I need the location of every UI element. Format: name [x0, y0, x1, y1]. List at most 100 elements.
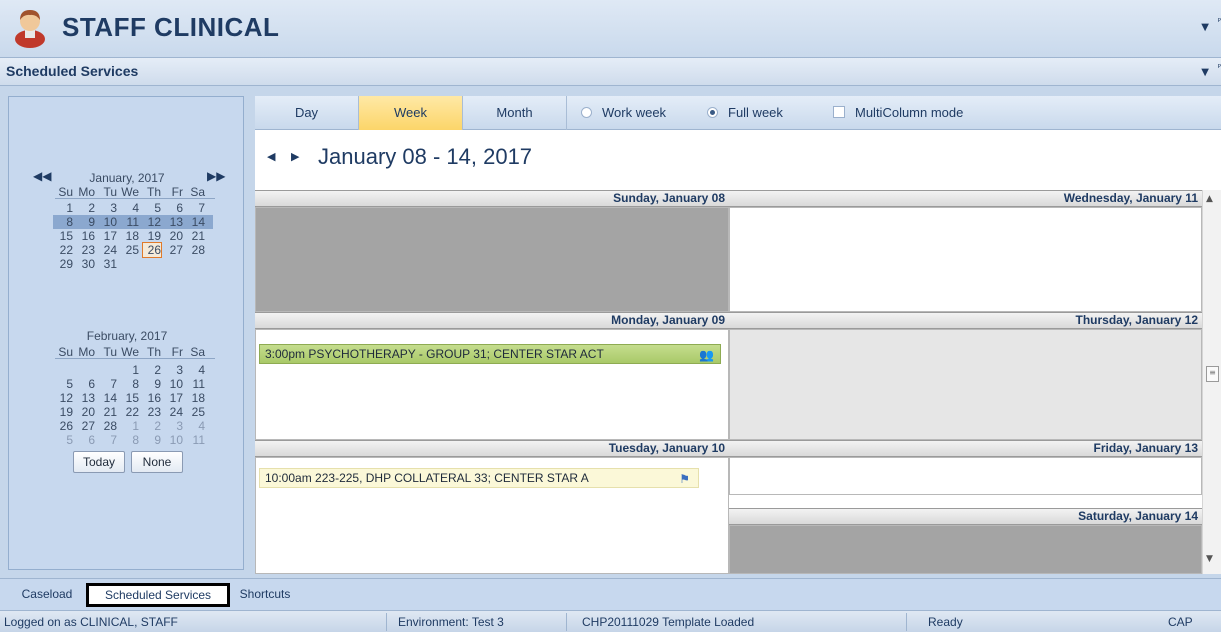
calendar-day[interactable]: 18 — [187, 391, 205, 405]
tab-caseload[interactable]: Caseload — [8, 583, 86, 607]
tab-month[interactable]: Month — [463, 96, 567, 130]
next-month-icon[interactable]: ▶▶ — [207, 169, 225, 183]
calendar-day[interactable]: 30 — [77, 257, 95, 271]
day-header-monday[interactable]: Monday, January 09 — [255, 312, 729, 329]
calendar-day[interactable]: 31 — [99, 257, 117, 271]
scroll-down-icon[interactable]: ▼ — [1206, 554, 1213, 564]
calendar-day[interactable]: 15 — [55, 229, 73, 243]
calendar-week-row-selected[interactable]: 8 9 10 11 12 13 14 — [53, 215, 213, 229]
calendar-day[interactable]: 25 — [121, 243, 139, 257]
tab-day[interactable]: Day — [255, 96, 359, 130]
calendar-day[interactable]: 1 — [121, 363, 139, 377]
multicolumn-checkbox[interactable] — [833, 106, 845, 118]
calendar-day-other-month[interactable]: 3 — [165, 419, 183, 433]
calendar-day[interactable]: 5 — [143, 201, 161, 215]
calendar-day[interactable]: 2 — [143, 363, 161, 377]
calendar-day[interactable]: 6 — [77, 377, 95, 391]
calendar-day[interactable]: 23 — [77, 243, 95, 257]
full-week-option[interactable]: Full week — [707, 106, 783, 120]
calendar-day[interactable]: 1 — [55, 201, 73, 215]
chevron-down-icon[interactable]: ▼ — [1201, 22, 1209, 33]
calendar-day[interactable]: 17 — [165, 391, 183, 405]
tab-shortcuts[interactable]: Shortcuts — [232, 583, 298, 607]
day-header-friday[interactable]: Friday, January 13 — [729, 440, 1202, 457]
calendar-day[interactable]: 2 — [77, 201, 95, 215]
calendar-day[interactable]: 28 — [187, 243, 205, 257]
multicolumn-option[interactable]: MultiColumn mode — [833, 106, 963, 120]
calendar-day[interactable]: 8 — [55, 215, 73, 229]
calendar-day[interactable]: 23 — [143, 405, 161, 419]
calendar-day[interactable]: 20 — [77, 405, 95, 419]
day-cell-saturday[interactable] — [729, 525, 1202, 574]
calendar-day-other-month[interactable]: 4 — [187, 419, 205, 433]
calendar-day-today[interactable]: 26 — [142, 242, 162, 258]
calendar-day[interactable]: 24 — [165, 405, 183, 419]
calendar-day[interactable]: 8 — [121, 377, 139, 391]
appointment[interactable]: 10:00am 223-225, DHP COLLATERAL 33; CENT… — [259, 468, 699, 488]
chevron-down-icon[interactable]: ▼ — [1201, 67, 1209, 78]
calendar-day[interactable]: 22 — [55, 243, 73, 257]
calendar-day-other-month[interactable]: 9 — [143, 433, 161, 447]
prev-week-icon[interactable]: ◀ — [267, 150, 275, 163]
calendar-day[interactable]: 7 — [99, 377, 117, 391]
calendar-day[interactable]: 28 — [99, 419, 117, 433]
day-header-sunday[interactable]: Sunday, January 08 — [255, 190, 729, 207]
calendar-day[interactable]: 21 — [187, 229, 205, 243]
calendar-day[interactable]: 19 — [143, 229, 161, 243]
calendar-day-other-month[interactable]: 1 — [121, 419, 139, 433]
pin-icon[interactable]: ᴾ — [1218, 18, 1221, 28]
calendar-day[interactable]: 4 — [187, 363, 205, 377]
calendar-day[interactable]: 18 — [121, 229, 139, 243]
calendar-day[interactable]: 6 — [165, 201, 183, 215]
calendar-day[interactable]: 10 — [165, 377, 183, 391]
calendar-day[interactable]: 29 — [55, 257, 73, 271]
today-button[interactable]: Today — [73, 451, 125, 473]
calendar-day[interactable]: 19 — [55, 405, 73, 419]
calendar-day-other-month[interactable]: 7 — [99, 433, 117, 447]
calendar-day-other-month[interactable]: 5 — [55, 433, 73, 447]
next-week-icon[interactable]: ▶ — [291, 150, 299, 163]
calendar-day[interactable]: 11 — [187, 377, 205, 391]
calendar-day[interactable]: 27 — [165, 243, 183, 257]
day-header-saturday[interactable]: Saturday, January 14 — [729, 508, 1202, 525]
day-cell-thursday[interactable] — [729, 329, 1202, 440]
calendar-day[interactable]: 16 — [77, 229, 95, 243]
calendar-day-other-month[interactable]: 6 — [77, 433, 95, 447]
scroll-up-icon[interactable]: ▲ — [1206, 194, 1213, 204]
tab-scheduled-services[interactable]: Scheduled Services — [86, 583, 230, 607]
full-week-radio[interactable] — [707, 107, 718, 118]
calendar-day[interactable]: 25 — [187, 405, 205, 419]
calendar-day-other-month[interactable]: 2 — [143, 419, 161, 433]
calendar-day-other-month[interactable]: 10 — [165, 433, 183, 447]
calendar-day[interactable]: 13 — [77, 391, 95, 405]
calendar-day[interactable]: 9 — [143, 377, 161, 391]
calendar-day[interactable]: 3 — [99, 201, 117, 215]
day-cell-wednesday[interactable] — [729, 207, 1202, 312]
calendar-day[interactable]: 24 — [99, 243, 117, 257]
calendar-day[interactable]: 16 — [143, 391, 161, 405]
calendar-day[interactable]: 27 — [77, 419, 95, 433]
scroll-thumb[interactable]: ≡ — [1206, 366, 1219, 382]
appointment[interactable]: 3:00pm PSYCHOTHERAPY - GROUP 31; CENTER … — [259, 344, 721, 364]
calendar-day[interactable]: 26 — [55, 419, 73, 433]
calendar-day[interactable]: 13 — [165, 215, 183, 229]
day-header-tuesday[interactable]: Tuesday, January 10 — [255, 440, 729, 457]
calendar-day[interactable]: 10 — [99, 215, 117, 229]
vertical-scrollbar[interactable]: ▲ ≡ ▼ — [1202, 190, 1221, 574]
calendar-day[interactable]: 12 — [143, 215, 161, 229]
calendar-day-other-month[interactable]: 8 — [121, 433, 139, 447]
calendar-day[interactable]: 14 — [187, 215, 205, 229]
calendar-day[interactable]: 17 — [99, 229, 117, 243]
calendar-day-other-month[interactable]: 11 — [187, 433, 205, 447]
work-week-option[interactable]: Work week — [581, 106, 666, 120]
day-cell-sunday[interactable] — [255, 207, 729, 312]
calendar-day[interactable]: 20 — [165, 229, 183, 243]
calendar-day[interactable]: 11 — [121, 215, 139, 229]
calendar-day[interactable]: 4 — [121, 201, 139, 215]
pin-icon[interactable]: ᴾ — [1218, 64, 1221, 74]
calendar-day[interactable]: 15 — [121, 391, 139, 405]
calendar-day[interactable]: 14 — [99, 391, 117, 405]
calendar-day[interactable]: 3 — [165, 363, 183, 377]
day-cell-friday[interactable] — [729, 457, 1202, 495]
day-header-wednesday[interactable]: Wednesday, January 11 — [729, 190, 1202, 207]
